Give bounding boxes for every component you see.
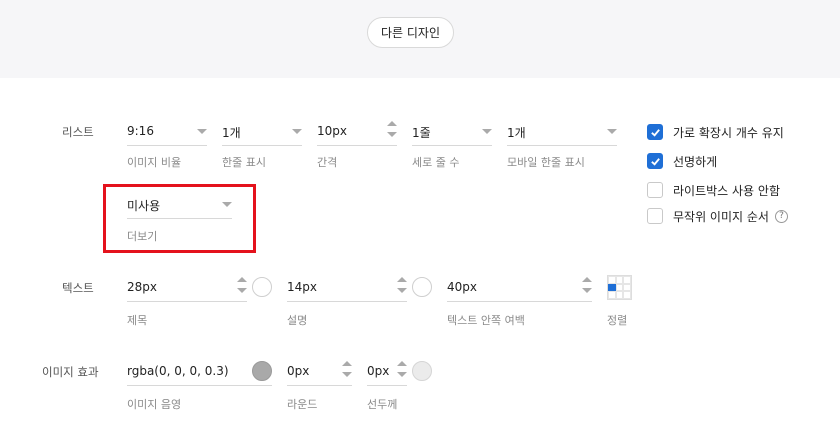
chevron-down-icon <box>607 129 617 134</box>
stepper-arrows-icon[interactable] <box>582 277 592 297</box>
align-cell-selected[interactable] <box>608 283 616 292</box>
per-row-select[interactable]: 1개 <box>222 124 302 146</box>
field-underline <box>287 385 352 386</box>
align-cell[interactable] <box>623 283 631 292</box>
stepper-arrows-icon[interactable] <box>387 121 397 141</box>
checkbox-checked-icon[interactable] <box>647 153 663 169</box>
align-cell[interactable] <box>615 283 624 292</box>
option-label: 무작위 이미지 순서 <box>673 209 769 224</box>
align-grid-icon[interactable] <box>607 275 632 300</box>
field-underline <box>412 145 492 146</box>
text-section-label: 텍스트 <box>62 281 94 295</box>
desc-caption: 설명 <box>287 314 308 327</box>
field-underline <box>317 145 397 146</box>
highlight-box <box>103 184 256 253</box>
align-caption: 정렬 <box>607 314 628 327</box>
effect-section-label: 이미지 효과 <box>42 365 99 379</box>
desc-size-value: 14px <box>287 280 317 294</box>
field-underline <box>287 301 407 302</box>
vertical-rows-select[interactable]: 1줄 <box>412 124 492 146</box>
vertical-rows-value: 1줄 <box>412 126 431 140</box>
checkbox-icon[interactable] <box>647 182 663 198</box>
checkbox-checked-icon[interactable] <box>647 124 663 140</box>
radius-caption: 라운드 <box>287 398 318 411</box>
field-underline <box>447 301 592 302</box>
shadow-color-input[interactable]: rgba(0, 0, 0, 0.3) <box>127 364 272 386</box>
mobile-per-row-select[interactable]: 1개 <box>507 124 617 146</box>
radius-stepper[interactable]: 0px <box>287 361 352 386</box>
align-cell[interactable] <box>623 276 631 284</box>
text-padding-caption: 텍스트 안쪽 여백 <box>447 314 525 327</box>
text-padding-stepper[interactable]: 40px <box>447 277 592 302</box>
vertical-rows-caption: 세로 줄 수 <box>412 156 460 169</box>
title-caption: 제목 <box>127 314 148 327</box>
chevron-down-icon <box>197 129 207 134</box>
title-size-value: 28px <box>127 280 157 294</box>
field-underline <box>127 145 207 146</box>
chevron-down-icon <box>482 129 492 134</box>
stepper-arrows-icon[interactable] <box>342 361 352 381</box>
list-section-label: 리스트 <box>62 125 94 139</box>
title-color-swatch[interactable] <box>252 277 272 297</box>
stepper-arrows-icon[interactable] <box>397 277 407 297</box>
radius-value: 0px <box>287 364 310 378</box>
mobile-per-row-caption: 모바일 한줄 표시 <box>507 156 585 169</box>
gap-caption: 간격 <box>317 156 338 169</box>
align-cell[interactable] <box>623 291 631 299</box>
image-ratio-value: 9:16 <box>127 124 154 138</box>
text-padding-value: 40px <box>447 280 477 294</box>
stepper-arrows-icon[interactable] <box>237 277 247 297</box>
align-cell[interactable] <box>608 291 616 299</box>
border-width-stepper[interactable]: 0px <box>367 361 407 386</box>
other-design-button[interactable]: 다른 디자인 <box>367 17 454 48</box>
help-icon[interactable]: ? <box>774 209 788 223</box>
image-ratio-caption: 이미지 비율 <box>127 156 182 169</box>
field-underline <box>507 145 617 146</box>
option-label: 라이트박스 사용 안함 <box>673 183 780 198</box>
gap-value: 10px <box>317 124 347 138</box>
option-no-lightbox[interactable]: 라이트박스 사용 안함 <box>647 181 780 199</box>
per-row-value: 1개 <box>222 126 241 140</box>
shadow-color-swatch[interactable] <box>252 361 272 381</box>
option-random-order[interactable]: 무작위 이미지 순서 ? <box>647 207 788 225</box>
field-underline <box>367 385 407 386</box>
checkbox-icon[interactable] <box>647 208 663 224</box>
desc-size-stepper[interactable]: 14px <box>287 277 407 302</box>
align-cell[interactable] <box>615 276 624 284</box>
border-caption: 선두께 <box>367 398 398 411</box>
field-underline <box>127 301 247 302</box>
image-ratio-select[interactable]: 9:16 <box>127 124 207 146</box>
option-sharpen[interactable]: 선명하게 <box>647 152 717 170</box>
option-label: 가로 확장시 개수 유지 <box>673 125 784 140</box>
per-row-caption: 한줄 표시 <box>222 156 266 169</box>
shadow-caption: 이미지 음영 <box>127 398 182 411</box>
desc-color-swatch[interactable] <box>412 277 432 297</box>
border-color-swatch[interactable] <box>412 361 432 381</box>
border-width-value: 0px <box>367 364 390 378</box>
gap-stepper[interactable]: 10px <box>317 121 397 146</box>
option-label: 선명하게 <box>673 154 718 169</box>
field-underline <box>222 145 302 146</box>
align-cell[interactable] <box>608 276 616 284</box>
shadow-color-value: rgba(0, 0, 0, 0.3) <box>127 364 229 378</box>
field-underline <box>127 385 272 386</box>
stepper-arrows-icon[interactable] <box>397 361 407 381</box>
title-size-stepper[interactable]: 28px <box>127 277 247 302</box>
align-cell[interactable] <box>615 291 624 299</box>
option-keep-count[interactable]: 가로 확장시 개수 유지 <box>647 123 784 141</box>
mobile-per-row-value: 1개 <box>507 126 526 140</box>
chevron-down-icon <box>292 129 302 134</box>
